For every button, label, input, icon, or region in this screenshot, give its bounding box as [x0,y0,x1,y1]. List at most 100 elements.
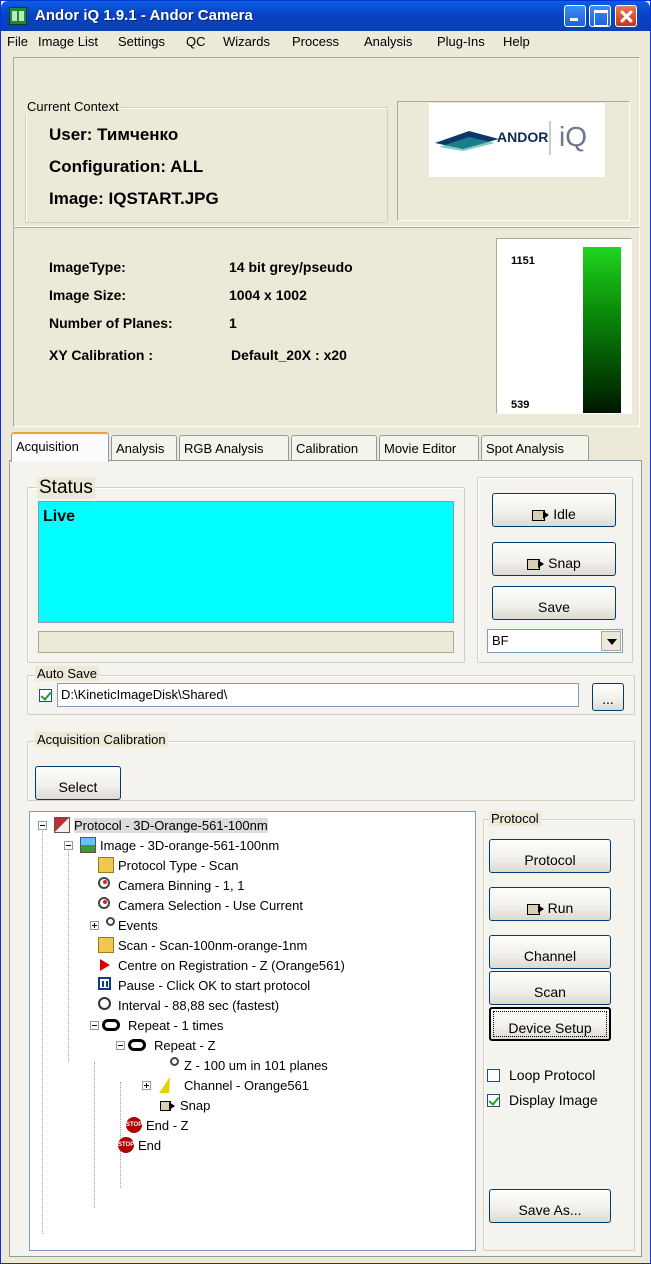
expand-icon[interactable] [142,1081,151,1090]
idle-label: Idle [553,505,576,522]
tree-item-interval[interactable]: Interval - 88,88 sec (fastest) [88,996,458,1016]
tree-item-protocol[interactable]: Protocol - 3D-Orange-561-100nm [36,816,466,836]
tree-item-events[interactable]: Events [88,916,458,936]
protocol-tree[interactable]: Protocol - 3D-Orange-561-100nm Image - 3… [29,811,476,1251]
arrow-icon [100,959,110,971]
channel-button[interactable]: Channel [489,935,611,969]
repeat-icon [128,1039,146,1051]
tree-item-channel[interactable]: Channel - Orange561 [140,1076,460,1096]
auto-save-checkbox[interactable] [39,689,52,702]
camera-icon [526,902,545,915]
app-window: Andor iQ 1.9.1 - Andor Camera File Image… [0,0,651,1264]
lut-gradient-bar [583,247,621,413]
tree-guide [42,826,43,1234]
folder-icon [98,937,114,953]
clock-icon [98,997,111,1010]
device-setup-button[interactable]: Device Setup [489,1007,611,1041]
status-display: Live [38,501,454,623]
title-bar[interactable]: Andor iQ 1.9.1 - Andor Camera [1,1,650,31]
browse-button[interactable]: ... [592,683,624,711]
tree-item-end-z[interactable]: STOP End - Z [114,1116,454,1136]
save-as-button[interactable]: Save As... [489,1189,611,1223]
protocol-button[interactable]: Protocol [489,839,611,873]
pause-icon [98,977,111,990]
scan-button[interactable]: Scan [489,971,611,1005]
tree-item-centre-registration[interactable]: Centre on Registration - Z (Orange561) [88,956,458,976]
menu-plug-ins[interactable]: Plug-Ins [437,34,485,49]
status-label: Status [37,477,95,499]
tree-item-camera-selection[interactable]: Camera Selection - Use Current [88,896,458,916]
tree-item-label: End - Z [146,1118,189,1133]
menu-qc[interactable]: QC [186,34,206,49]
display-image-checkbox[interactable] [487,1094,500,1107]
current-context-label: Current Context [25,99,121,114]
menu-settings[interactable]: Settings [118,34,165,49]
tree-item-label: Pause - Click OK to start protocol [118,978,311,993]
collapse-icon[interactable] [90,1021,99,1030]
tree-item-end[interactable]: STOP End [88,1136,458,1156]
run-button[interactable]: Run [489,887,611,921]
tree-item-protocol-type[interactable]: Protocol Type - Scan [88,856,458,876]
acq-calibration-label: Acquisition Calibration [35,732,168,747]
auto-save-path-input[interactable]: D:\KineticImageDisk\Shared\ [57,683,579,707]
tab-analysis[interactable]: Analysis [111,435,177,461]
tree-item-z-planes[interactable]: Z - 100 um in 101 planes [140,1056,460,1076]
collapse-icon[interactable] [64,841,73,850]
tree-item-label: Protocol - 3D-Orange-561-100nm [74,818,268,833]
user-text: User: Тимченко [49,125,179,144]
tree-item-repeat-z[interactable]: Repeat - Z [114,1036,454,1056]
image-icon [80,837,96,853]
tree-item-scan[interactable]: Scan - Scan-100nm-orange-1nm [88,936,458,956]
tree-item-label: Events [118,918,158,933]
tree-item-label: Camera Binning - 1, 1 [118,878,245,893]
image-type-label: ImageType: [49,259,126,275]
image-size-value: 1004 x 1002 [229,287,307,303]
tree-guide [68,846,69,1062]
tree-item-label: Snap [180,1098,211,1113]
collapse-icon[interactable] [116,1041,125,1050]
expand-icon[interactable] [90,921,99,930]
chevron-down-icon[interactable] [601,631,621,651]
image-type-value: 14 bit grey/pseudo [229,259,353,275]
close-button[interactable] [615,5,637,27]
tree-item-camera-binning[interactable]: Camera Binning - 1, 1 [88,876,458,896]
tab-calibration[interactable]: Calibration [291,435,377,461]
tree-guide [94,1062,95,1208]
tree-item-snap[interactable]: Snap [140,1096,460,1116]
minimize-button[interactable] [564,5,586,27]
tree-item-pause[interactable]: Pause - Click OK to start protocol [88,976,458,996]
menu-analysis[interactable]: Analysis [364,34,412,49]
idle-button[interactable]: Idle [492,493,616,527]
tree-item-image[interactable]: Image - 3D-orange-561-100nm [62,836,462,856]
loop-protocol-checkbox[interactable] [487,1069,500,1082]
tab-spot-analysis[interactable]: Spot Analysis [481,435,589,461]
lut-min: 539 [511,399,530,411]
menu-file[interactable]: File [7,34,28,49]
window-title: Andor iQ 1.9.1 - Andor Camera [35,7,253,24]
menu-wizards[interactable]: Wizards [223,34,270,49]
menu-image-list[interactable]: Image List [38,34,98,49]
mode-select[interactable]: BF [487,629,623,653]
folder-icon [98,857,114,873]
collapse-icon[interactable] [38,821,47,830]
snap-button[interactable]: Snap [492,542,616,576]
tab-rgb-analysis[interactable]: RGB Analysis [179,435,289,461]
maximize-button[interactable] [589,5,611,27]
logo-suffix: iQ [559,121,587,152]
select-button[interactable]: Select [35,766,121,800]
tree-item-label: Channel - Orange561 [184,1078,310,1093]
menu-help[interactable]: Help [503,34,530,49]
tab-movie-editor[interactable]: Movie Editor [379,435,479,461]
status-progress-bar [38,631,454,653]
key-icon [106,917,115,926]
save-button[interactable]: Save [492,586,616,620]
stop-icon: STOP [118,1137,134,1153]
snap-label: Snap [548,554,581,571]
menu-process[interactable]: Process [292,34,339,49]
configuration-text: Configuration: ALL [49,157,204,176]
image-text: Image: IQSTART.JPG [49,189,219,208]
tab-acquisition[interactable]: Acquisition [11,432,109,462]
camera-icon [527,557,545,570]
repeat-icon [102,1019,120,1031]
tree-item-repeat-times[interactable]: Repeat - 1 times [88,1016,458,1036]
